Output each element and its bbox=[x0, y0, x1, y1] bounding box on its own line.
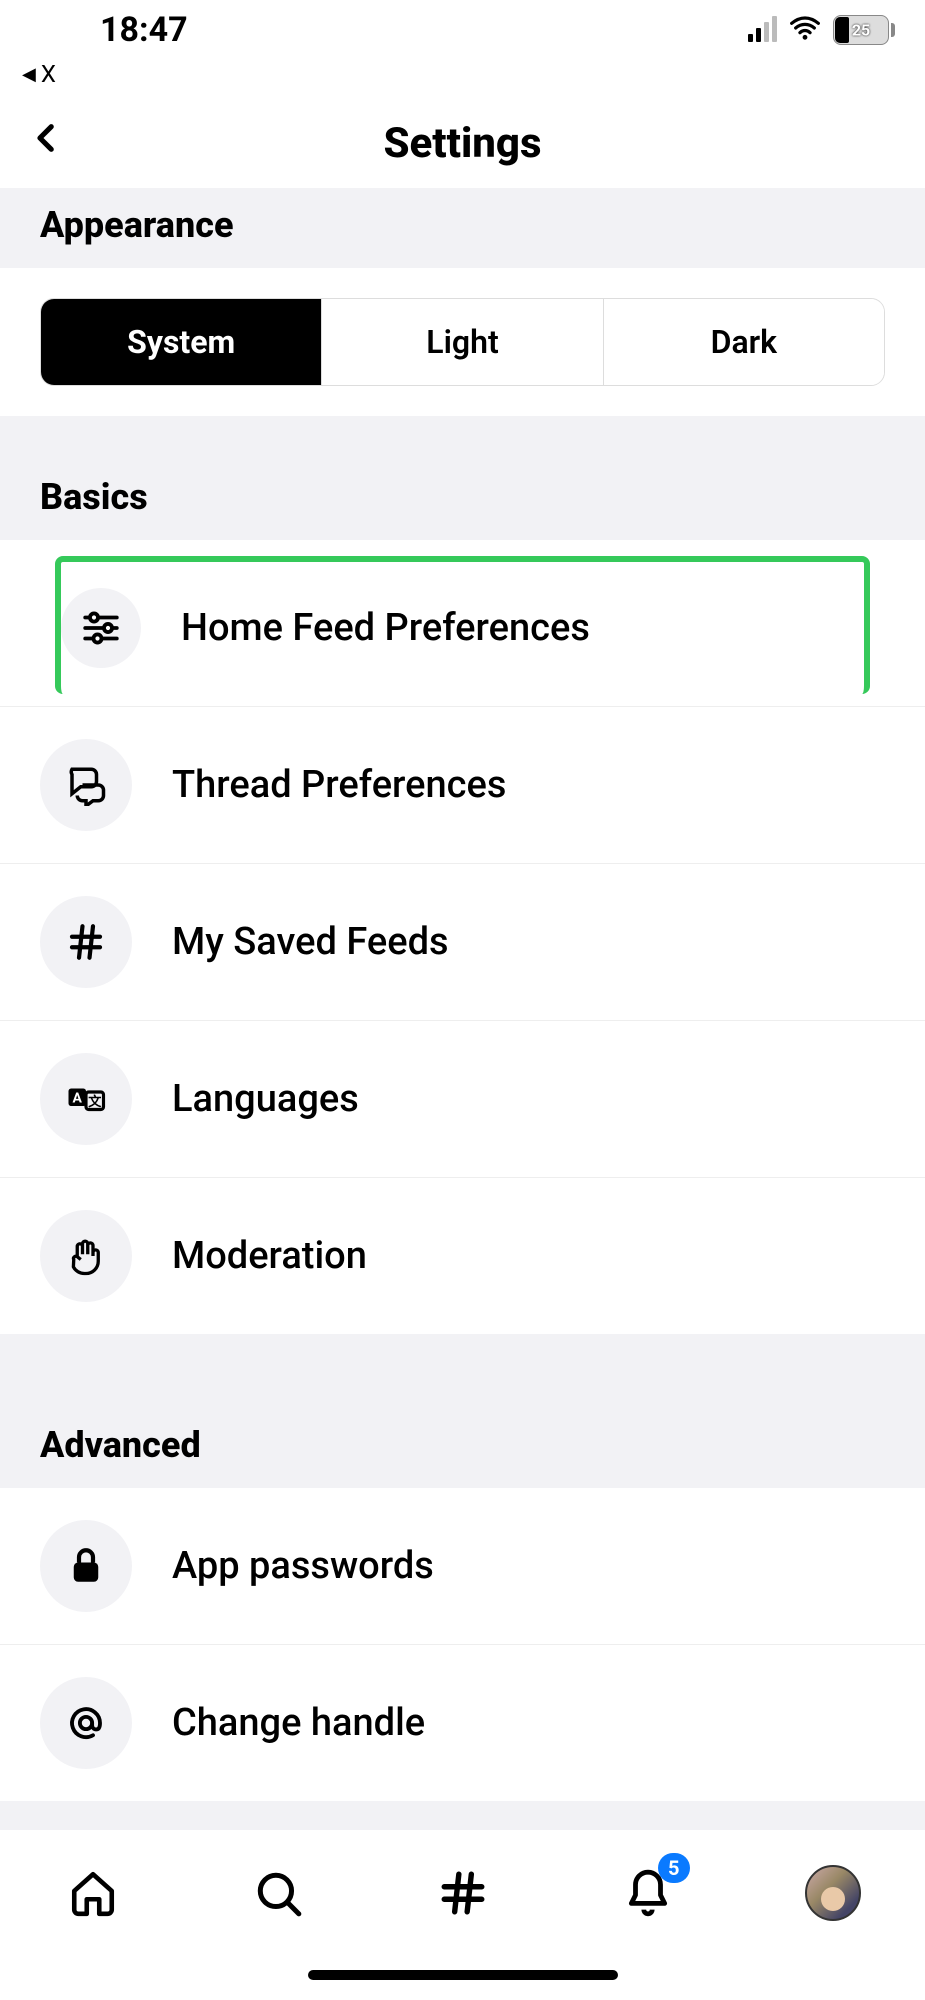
section-header-appearance: Appearance bbox=[0, 188, 925, 268]
page-title: Settings bbox=[383, 119, 541, 168]
row-thread-preferences[interactable]: Thread Preferences bbox=[0, 707, 925, 864]
lock-icon bbox=[40, 1520, 132, 1612]
row-home-feed-preferences[interactable]: Home Feed Preferences bbox=[55, 556, 870, 694]
tab-notifications[interactable]: 5 bbox=[620, 1865, 676, 1921]
appearance-option-dark[interactable]: Dark bbox=[604, 299, 884, 385]
back-triangle-icon: ◀ bbox=[22, 64, 36, 85]
wifi-icon bbox=[789, 12, 821, 48]
section-gap bbox=[0, 416, 925, 460]
page-header: Settings bbox=[0, 98, 925, 188]
section-header-basics: Basics bbox=[0, 460, 925, 540]
bottom-tab-bar: 5 bbox=[0, 1830, 925, 2000]
battery-percentage: 25 bbox=[852, 21, 870, 40]
appearance-segmented-control: System Light Dark bbox=[40, 298, 885, 386]
status-time: 18:47 bbox=[100, 10, 188, 50]
at-sign-icon bbox=[40, 1677, 132, 1769]
svg-text:A: A bbox=[73, 1091, 83, 1107]
row-label: App passwords bbox=[172, 1544, 434, 1588]
row-languages[interactable]: A文 Languages bbox=[0, 1021, 925, 1178]
cellular-signal-icon bbox=[748, 18, 777, 42]
sliders-icon bbox=[61, 588, 141, 668]
back-button[interactable] bbox=[30, 121, 64, 165]
tab-home[interactable] bbox=[65, 1865, 121, 1921]
hand-icon bbox=[40, 1210, 132, 1302]
tab-search[interactable] bbox=[250, 1865, 306, 1921]
notifications-badge: 5 bbox=[658, 1853, 689, 1883]
row-change-handle[interactable]: Change handle bbox=[0, 1645, 925, 1801]
row-my-saved-feeds[interactable]: My Saved Feeds bbox=[0, 864, 925, 1021]
status-bar: 18:47 25 bbox=[0, 0, 925, 60]
row-label: Home Feed Preferences bbox=[181, 606, 590, 650]
row-label: Change handle bbox=[172, 1701, 425, 1745]
row-label: Moderation bbox=[172, 1234, 367, 1278]
avatar bbox=[805, 1865, 861, 1921]
row-label: Languages bbox=[172, 1077, 359, 1121]
hash-icon bbox=[40, 896, 132, 988]
section-header-advanced: Advanced bbox=[0, 1334, 925, 1488]
appearance-option-system[interactable]: System bbox=[41, 299, 322, 385]
row-app-passwords[interactable]: App passwords bbox=[0, 1488, 925, 1645]
translate-icon: A文 bbox=[40, 1053, 132, 1145]
tab-feeds[interactable] bbox=[435, 1865, 491, 1921]
row-moderation[interactable]: Moderation bbox=[0, 1178, 925, 1334]
back-to-app[interactable]: ◀ X bbox=[0, 60, 925, 98]
appearance-option-light[interactable]: Light bbox=[322, 299, 603, 385]
row-label: My Saved Feeds bbox=[172, 920, 449, 964]
tab-profile[interactable] bbox=[805, 1865, 861, 1921]
back-to-app-label: X bbox=[41, 60, 56, 88]
battery-icon: 25 bbox=[833, 15, 895, 45]
status-right: 25 bbox=[748, 12, 895, 48]
home-indicator bbox=[308, 1970, 618, 1980]
row-label: Thread Preferences bbox=[172, 763, 506, 807]
chat-bubbles-icon bbox=[40, 739, 132, 831]
svg-text:文: 文 bbox=[88, 1093, 102, 1110]
